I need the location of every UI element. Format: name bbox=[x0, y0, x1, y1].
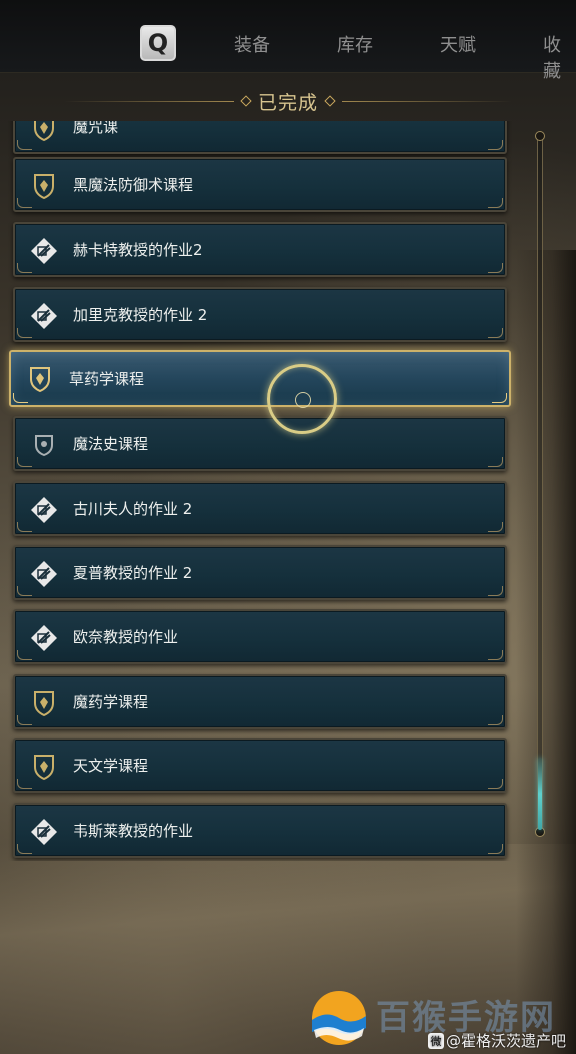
list-item[interactable]: 加里克教授的作业 2 bbox=[13, 287, 507, 342]
top-navigation-bar: Q 装备 库存 天赋 收藏 bbox=[0, 0, 576, 82]
list-item-label: 加里克教授的作业 2 bbox=[73, 306, 208, 324]
completed-quest-list[interactable]: 魔咒课 黑魔法防御术课程 赫卡特教授的作业2 加里克教授的作业 2 草药学课程 … bbox=[0, 121, 576, 861]
ornament-diamond-icon bbox=[324, 95, 336, 107]
list-item-label: 欧奈教授的作业 bbox=[73, 628, 179, 646]
section-title: 已完成 bbox=[257, 91, 318, 114]
list-item[interactable]: 夏普教授的作业 2 bbox=[13, 545, 507, 600]
list-item-label: 韦斯莱教授的作业 bbox=[73, 822, 194, 840]
quill-diamond-icon bbox=[29, 236, 59, 266]
list-item[interactable]: 欧奈教授的作业 bbox=[13, 609, 507, 664]
list-item-label: 草药学课程 bbox=[69, 370, 145, 388]
section-header: 已完成 bbox=[0, 86, 576, 116]
list-item-label: 赫卡特教授的作业2 bbox=[73, 241, 203, 259]
list-item-label: 黑魔法防御术课程 bbox=[73, 176, 194, 194]
tab-collections[interactable]: 收藏 bbox=[543, 31, 576, 83]
weibo-credit: 微 @霍格沃茨遗产吧 bbox=[428, 1030, 566, 1051]
list-item-label: 夏普教授的作业 2 bbox=[73, 564, 193, 582]
crest-icon bbox=[29, 752, 59, 782]
weibo-icon: 微 bbox=[428, 1032, 444, 1049]
quill-diamond-icon bbox=[29, 301, 59, 331]
list-item-label: 魔咒课 bbox=[73, 121, 119, 136]
list-item[interactable]: 魔法史课程 bbox=[13, 416, 507, 471]
scrollbar-thumb[interactable] bbox=[538, 758, 542, 830]
list-item-label: 魔法史课程 bbox=[73, 435, 149, 453]
list-item[interactable]: 黑魔法防御术课程 bbox=[13, 157, 507, 212]
list-item-label: 天文学课程 bbox=[73, 757, 149, 775]
list-item[interactable]: 魔药学课程 bbox=[13, 674, 507, 729]
tab-equipment[interactable]: 装备 bbox=[234, 31, 270, 57]
q-key-hint[interactable]: Q bbox=[140, 25, 176, 61]
list-item-label: 古川夫人的作业 2 bbox=[73, 500, 193, 518]
list-item[interactable]: 天文学课程 bbox=[13, 738, 507, 793]
list-item[interactable]: 赫卡特教授的作业2 bbox=[13, 222, 507, 277]
list-item-label: 魔药学课程 bbox=[73, 693, 149, 711]
list-item[interactable]: 魔咒课 bbox=[13, 121, 507, 154]
tab-talents[interactable]: 天赋 bbox=[440, 31, 476, 57]
list-item[interactable]: 古川夫人的作业 2 bbox=[13, 481, 507, 536]
quill-diamond-icon bbox=[29, 817, 59, 847]
quill-diamond-icon bbox=[29, 623, 59, 653]
divider-left bbox=[63, 100, 234, 102]
scrollbar-top-cap bbox=[535, 131, 545, 141]
shield-icon bbox=[29, 430, 59, 460]
crest-icon bbox=[25, 364, 55, 394]
cursor-center bbox=[295, 392, 311, 408]
crest-icon bbox=[29, 171, 59, 201]
list-item[interactable]: 韦斯莱教授的作业 bbox=[13, 803, 507, 858]
crest-icon bbox=[29, 688, 59, 718]
ornament-diamond-icon bbox=[240, 95, 252, 107]
crest-icon bbox=[29, 121, 59, 143]
scrollbar-track[interactable] bbox=[537, 136, 543, 832]
weibo-handle: @霍格沃茨遗产吧 bbox=[446, 1032, 567, 1050]
tab-inventory[interactable]: 库存 bbox=[337, 31, 373, 57]
cursor-ring bbox=[267, 364, 337, 434]
quill-diamond-icon bbox=[29, 559, 59, 589]
divider-right bbox=[342, 100, 512, 102]
quill-diamond-icon bbox=[29, 495, 59, 525]
watermark-logo-icon bbox=[306, 988, 372, 1048]
list-item-selected[interactable]: 草药学课程 bbox=[9, 350, 511, 407]
